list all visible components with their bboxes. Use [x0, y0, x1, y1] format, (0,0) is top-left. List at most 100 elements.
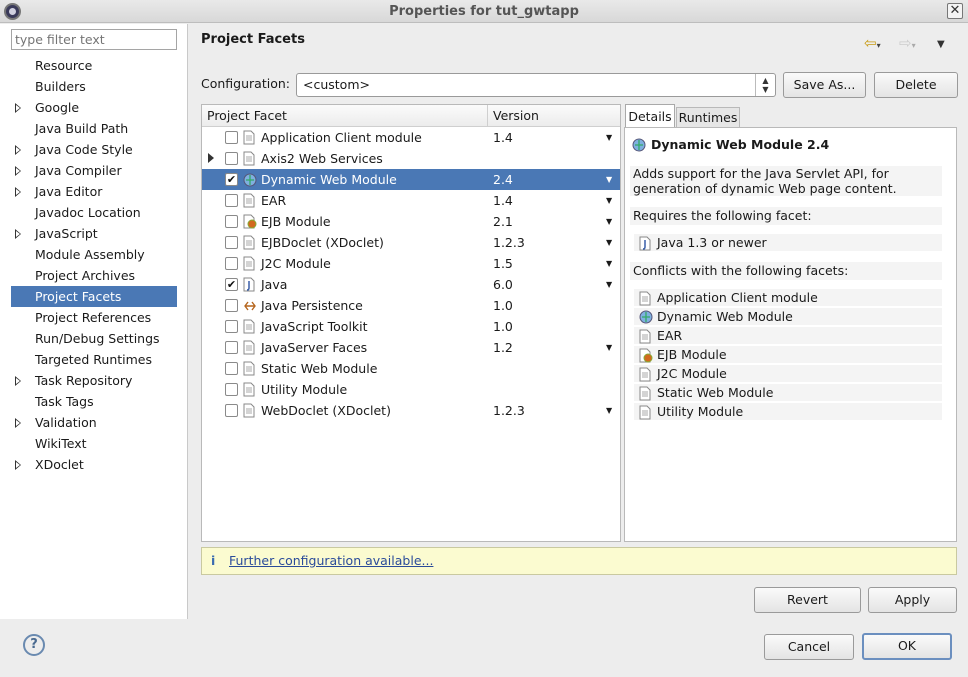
facet-checkbox[interactable]: ✔: [225, 278, 238, 291]
help-icon[interactable]: ?: [23, 634, 45, 656]
nav-item[interactable]: Java Compiler: [11, 160, 177, 181]
facet-checkbox[interactable]: [225, 194, 238, 207]
apply-button[interactable]: Apply: [868, 587, 957, 613]
facet-row[interactable]: JavaServer Faces 1.2 ▼: [202, 337, 620, 358]
nav-item[interactable]: Run/Debug Settings: [11, 328, 177, 349]
tab-details[interactable]: Details: [625, 104, 675, 128]
nav-item[interactable]: Validation: [11, 412, 177, 433]
facet-checkbox[interactable]: [225, 215, 238, 228]
version-dropdown-icon[interactable]: ▼: [606, 337, 612, 358]
nav-item[interactable]: JavaScript: [11, 223, 177, 244]
expand-triangle-icon[interactable]: [15, 376, 21, 386]
conflict-facet-item: Utility Module: [634, 403, 942, 420]
facet-version[interactable]: 1.5: [493, 253, 513, 274]
tab-runtimes[interactable]: Runtimes: [676, 107, 740, 128]
nav-item[interactable]: XDoclet: [11, 454, 177, 475]
version-dropdown-icon[interactable]: ▼: [606, 190, 612, 211]
expand-triangle-icon[interactable]: [15, 103, 21, 113]
facet-checkbox[interactable]: [225, 152, 238, 165]
facet-checkbox[interactable]: [225, 299, 238, 312]
facet-row[interactable]: JavaScript Toolkit 1.0: [202, 316, 620, 337]
facet-row[interactable]: ✔ Dynamic Web Module 2.4 ▼: [202, 169, 620, 190]
facet-version[interactable]: 2.1: [493, 211, 513, 232]
expand-triangle-icon[interactable]: [15, 187, 21, 197]
nav-item[interactable]: Targeted Runtimes: [11, 349, 177, 370]
column-header-version[interactable]: Version: [488, 105, 620, 127]
page-icon: [243, 361, 255, 376]
java-icon: [639, 236, 651, 251]
spinner-arrows-icon[interactable]: ▲ ▼: [755, 74, 775, 96]
facet-version[interactable]: 1.2: [493, 337, 513, 358]
version-dropdown-icon[interactable]: ▼: [606, 211, 612, 232]
facet-row[interactable]: Application Client module 1.4 ▼: [202, 127, 620, 148]
facet-version[interactable]: 6.0: [493, 274, 513, 295]
expand-triangle-icon[interactable]: [15, 145, 21, 155]
nav-item[interactable]: Project Archives: [11, 265, 177, 286]
delete-button[interactable]: Delete: [874, 72, 958, 98]
page-icon: [639, 405, 651, 420]
version-dropdown-icon[interactable]: ▼: [606, 400, 612, 421]
nav-item[interactable]: Resource: [11, 55, 177, 76]
nav-item[interactable]: Builders: [11, 76, 177, 97]
expand-triangle-icon[interactable]: [15, 229, 21, 239]
nav-item[interactable]: Module Assembly: [11, 244, 177, 265]
version-dropdown-icon[interactable]: ▼: [606, 127, 612, 148]
nav-item[interactable]: Google: [11, 97, 177, 118]
nav-item[interactable]: Task Repository: [11, 370, 177, 391]
view-menu-icon[interactable]: ▼: [937, 39, 945, 50]
version-dropdown-icon[interactable]: ▼: [606, 169, 612, 190]
version-dropdown-icon[interactable]: ▼: [606, 253, 612, 274]
globe-icon: [243, 172, 257, 187]
facet-version[interactable]: 1.2.3: [493, 232, 525, 253]
nav-item[interactable]: Java Editor: [11, 181, 177, 202]
expand-triangle-icon[interactable]: [15, 460, 21, 470]
further-configuration-link[interactable]: Further configuration available...: [229, 553, 433, 568]
facet-version[interactable]: 1.2.3: [493, 400, 525, 421]
back-arrow-icon[interactable]: ⇦▾: [864, 34, 881, 52]
facet-row[interactable]: Static Web Module: [202, 358, 620, 379]
facet-row[interactable]: EJBDoclet (XDoclet) 1.2.3 ▼: [202, 232, 620, 253]
facet-row[interactable]: ✔ Java 6.0 ▼: [202, 274, 620, 295]
facet-checkbox[interactable]: [225, 236, 238, 249]
facet-checkbox[interactable]: [225, 404, 238, 417]
close-button[interactable]: ✕: [947, 3, 963, 19]
version-dropdown-icon[interactable]: ▼: [606, 232, 612, 253]
facet-checkbox[interactable]: [225, 383, 238, 396]
facet-checkbox[interactable]: [225, 131, 238, 144]
configuration-select[interactable]: <custom> ▲ ▼: [296, 73, 776, 97]
ok-button[interactable]: OK: [862, 633, 952, 660]
facet-checkbox[interactable]: [225, 341, 238, 354]
expand-triangle-icon[interactable]: [15, 418, 21, 428]
column-header-facet[interactable]: Project Facet: [202, 105, 488, 127]
expand-triangle-icon[interactable]: [15, 166, 21, 176]
forward-arrow-icon[interactable]: ⇨▾: [899, 34, 916, 52]
facet-name: Axis2 Web Services: [261, 151, 383, 166]
nav-item[interactable]: Task Tags: [11, 391, 177, 412]
nav-item[interactable]: WikiText: [11, 433, 177, 454]
expand-triangle-icon[interactable]: [208, 153, 214, 163]
nav-item[interactable]: Java Code Style: [11, 139, 177, 160]
facet-version[interactable]: 2.4: [493, 169, 513, 190]
facet-checkbox[interactable]: [225, 362, 238, 375]
filter-input[interactable]: [11, 29, 177, 50]
facet-row[interactable]: J2C Module 1.5 ▼: [202, 253, 620, 274]
facet-row[interactable]: EAR 1.4 ▼: [202, 190, 620, 211]
facet-row[interactable]: Axis2 Web Services: [202, 148, 620, 169]
save-as-button[interactable]: Save As...: [783, 72, 866, 98]
facet-row[interactable]: EJB Module 2.1 ▼: [202, 211, 620, 232]
version-dropdown-icon[interactable]: ▼: [606, 274, 612, 295]
nav-item[interactable]: Javadoc Location: [11, 202, 177, 223]
facet-row[interactable]: WebDoclet (XDoclet) 1.2.3 ▼: [202, 400, 620, 421]
nav-item[interactable]: Java Build Path: [11, 118, 177, 139]
facet-checkbox[interactable]: ✔: [225, 173, 238, 186]
nav-item[interactable]: Project Facets: [11, 286, 177, 307]
nav-item[interactable]: Project References: [11, 307, 177, 328]
cancel-button[interactable]: Cancel: [764, 634, 854, 660]
facet-checkbox[interactable]: [225, 320, 238, 333]
facet-checkbox[interactable]: [225, 257, 238, 270]
facet-version[interactable]: 1.4: [493, 127, 513, 148]
facet-version[interactable]: 1.4: [493, 190, 513, 211]
revert-button[interactable]: Revert: [754, 587, 861, 613]
facet-row[interactable]: Java Persistence 1.0: [202, 295, 620, 316]
facet-row[interactable]: Utility Module: [202, 379, 620, 400]
